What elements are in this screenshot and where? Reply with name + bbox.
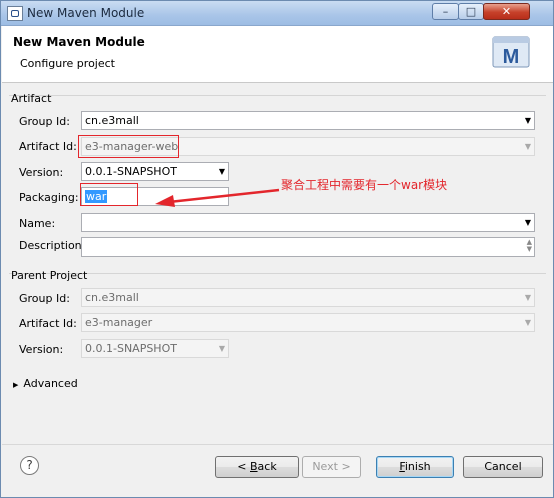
minimize-button[interactable]: – — [432, 3, 459, 20]
chevron-down-icon: ▼ — [524, 293, 531, 302]
name-label: Name: — [19, 217, 56, 230]
group-id-combo[interactable]: cn.e3mall ▼ — [81, 111, 535, 130]
close-icon: ✕ — [501, 5, 512, 18]
parent-artifact-id-combo: e3-manager ▼ — [81, 313, 535, 332]
parent-group-id-combo: cn.e3mall ▼ — [81, 288, 535, 307]
parent-artifact-id-value: e3-manager — [85, 316, 153, 329]
chevron-down-icon: ▼ — [524, 142, 531, 151]
maven-logo-letter: M — [503, 46, 520, 68]
eclipse-window-icon — [7, 6, 23, 21]
red-arrow-icon — [155, 188, 280, 207]
back-button[interactable]: < Back — [215, 456, 299, 478]
minimize-icon: – — [442, 5, 449, 18]
version-combo[interactable]: 0.0.1-SNAPSHOT ▼ — [81, 162, 229, 181]
annotation-text: 聚合工程中需要有一个war模块 — [281, 178, 448, 192]
version-label: Version: — [19, 166, 64, 179]
close-button[interactable]: ✕ — [483, 3, 530, 20]
next-button: Next > — [302, 456, 361, 478]
finish-rest: inish — [404, 460, 431, 473]
description-label: Description: — [19, 239, 86, 252]
button-bar-separator — [2, 444, 553, 445]
maximize-icon: □ — [465, 5, 477, 18]
version-value: 0.0.1-SNAPSHOT — [85, 165, 177, 178]
name-combo[interactable]: ▼ — [81, 213, 535, 232]
help-button[interactable]: ? — [20, 456, 39, 475]
parent-group-id-value: cn.e3mall — [85, 291, 139, 304]
back-mnemonic: B — [250, 460, 258, 473]
cancel-label: Cancel — [484, 460, 522, 473]
help-icon: ? — [26, 458, 33, 472]
window-title: New Maven Module — [27, 6, 145, 20]
parent-artifact-id-label: Artifact Id: — [19, 317, 77, 330]
group-id-value: cn.e3mall — [85, 114, 139, 127]
expand-triangle-icon[interactable]: ▶ — [13, 381, 18, 389]
wizard-subtitle: Configure project — [20, 57, 115, 70]
artifact-id-label: Artifact Id: — [19, 140, 77, 153]
chevron-down-icon[interactable]: ▼ — [525, 112, 531, 129]
cancel-button[interactable]: Cancel — [463, 456, 543, 478]
parent-version-value: 0.0.1-SNAPSHOT — [85, 342, 177, 355]
chevron-down-icon: ▼ — [524, 318, 531, 327]
advanced-section-toggle[interactable]: ▶ Advanced — [13, 377, 78, 390]
artifact-id-highlight-box — [78, 135, 179, 158]
next-label: Next > — [312, 460, 351, 473]
advanced-label: Advanced — [23, 377, 78, 390]
back-prefix: < — [237, 460, 250, 473]
packaging-label: Packaging: — [19, 191, 79, 204]
chevron-down-icon: ▼ — [218, 344, 225, 353]
chevron-down-icon[interactable]: ▼ — [219, 163, 225, 180]
parent-version-label: Version: — [19, 343, 64, 356]
wizard-title: New Maven Module — [13, 35, 145, 49]
maven-logo-icon: M — [492, 36, 530, 68]
chevron-down-icon[interactable]: ▼ — [525, 214, 531, 231]
artifact-group-label: Artifact — [11, 92, 52, 105]
description-textarea[interactable]: ▲ ▼ — [81, 237, 535, 257]
maximize-button[interactable]: □ — [458, 3, 484, 20]
finish-button[interactable]: Finish — [376, 456, 454, 478]
group-id-label: Group Id: — [19, 115, 70, 128]
parent-project-group-label: Parent Project — [11, 269, 88, 282]
new-maven-module-dialog: New Maven Module – □ ✕ New Maven Module … — [0, 0, 554, 498]
parent-group-id-label: Group Id: — [19, 292, 70, 305]
back-rest: ack — [257, 460, 277, 473]
title-bar[interactable]: New Maven Module – □ ✕ — [1, 1, 553, 26]
scroll-arrows-icon[interactable]: ▲ ▼ — [527, 239, 532, 253]
wizard-header: New Maven Module Configure project M — [2, 26, 553, 83]
packaging-highlight-box — [80, 183, 138, 206]
parent-version-combo: 0.0.1-SNAPSHOT ▼ — [81, 339, 229, 358]
